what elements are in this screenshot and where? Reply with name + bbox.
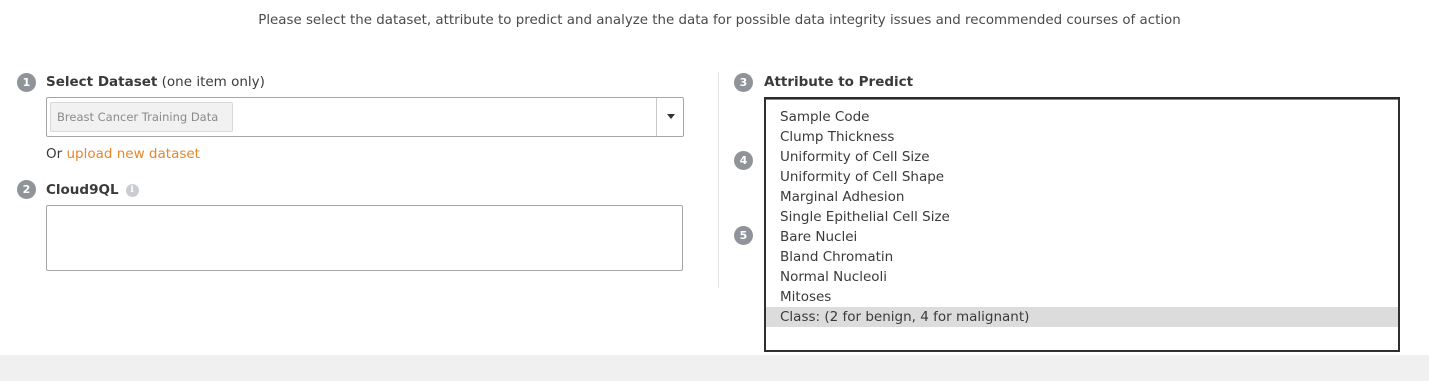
- select-dataset-hint: (one item only): [161, 74, 265, 90]
- step-4-badge: 4: [734, 151, 753, 170]
- cloud9ql-input[interactable]: [46, 205, 683, 271]
- upload-prefix: Or: [46, 146, 67, 162]
- attribute-option[interactable]: Bland Chromatin: [766, 247, 1398, 267]
- page: Please select the dataset, attribute to …: [0, 0, 1429, 381]
- column-divider: [718, 72, 719, 287]
- attribute-option[interactable]: Clump Thickness: [766, 127, 1398, 147]
- step-1-badge: 1: [17, 73, 36, 92]
- footer-bar: [0, 355, 1429, 381]
- attribute-option[interactable]: Sample Code: [766, 107, 1398, 127]
- selected-dataset-chip[interactable]: Breast Cancer Training Data: [50, 102, 234, 132]
- attribute-options: Sample Code Clump Thickness Uniformity of …: [766, 99, 1398, 327]
- step-5-badge: 5: [734, 226, 753, 245]
- cloud9ql-title: Cloud9QL: [46, 182, 119, 198]
- dataset-select[interactable]: Breast Cancer Training Data: [46, 97, 684, 137]
- attribute-option[interactable]: Normal Nucleoli: [766, 267, 1398, 287]
- attribute-to-predict-title: Attribute to Predict: [764, 74, 914, 90]
- cloud9ql-label: Cloud9QL i: [46, 182, 139, 198]
- step-3-badge: 3: [734, 73, 753, 92]
- attribute-option[interactable]: Marginal Adhesion: [766, 187, 1398, 207]
- attribute-option[interactable]: Class: (2 for benign, 4 for malignant): [766, 307, 1398, 327]
- attribute-to-predict-label: Attribute to Predict: [764, 74, 913, 90]
- info-icon[interactable]: i: [125, 183, 139, 197]
- attribute-option[interactable]: Uniformity of Cell Shape: [766, 167, 1398, 187]
- attribute-option[interactable]: Uniformity of Cell Size: [766, 147, 1398, 167]
- chevron-down-icon[interactable]: [667, 114, 675, 119]
- intro-text: Please select the dataset, attribute to …: [258, 13, 1181, 28]
- step-2-badge: 2: [17, 180, 36, 199]
- dropdown-separator: [656, 98, 657, 136]
- attribute-option[interactable]: Bare Nuclei: [766, 227, 1398, 247]
- attribute-listbox[interactable]: Sample Code Clump Thickness Uniformity of …: [764, 97, 1400, 352]
- upload-line: Or upload new dataset: [46, 146, 200, 162]
- select-dataset-title: Select Dataset: [46, 74, 158, 90]
- attribute-option[interactable]: Single Epithelial Cell Size: [766, 207, 1398, 227]
- upload-dataset-link[interactable]: upload new dataset: [66, 146, 200, 162]
- select-dataset-label: Select Dataset (one item only): [46, 74, 265, 90]
- attribute-option[interactable]: Mitoses: [766, 287, 1398, 307]
